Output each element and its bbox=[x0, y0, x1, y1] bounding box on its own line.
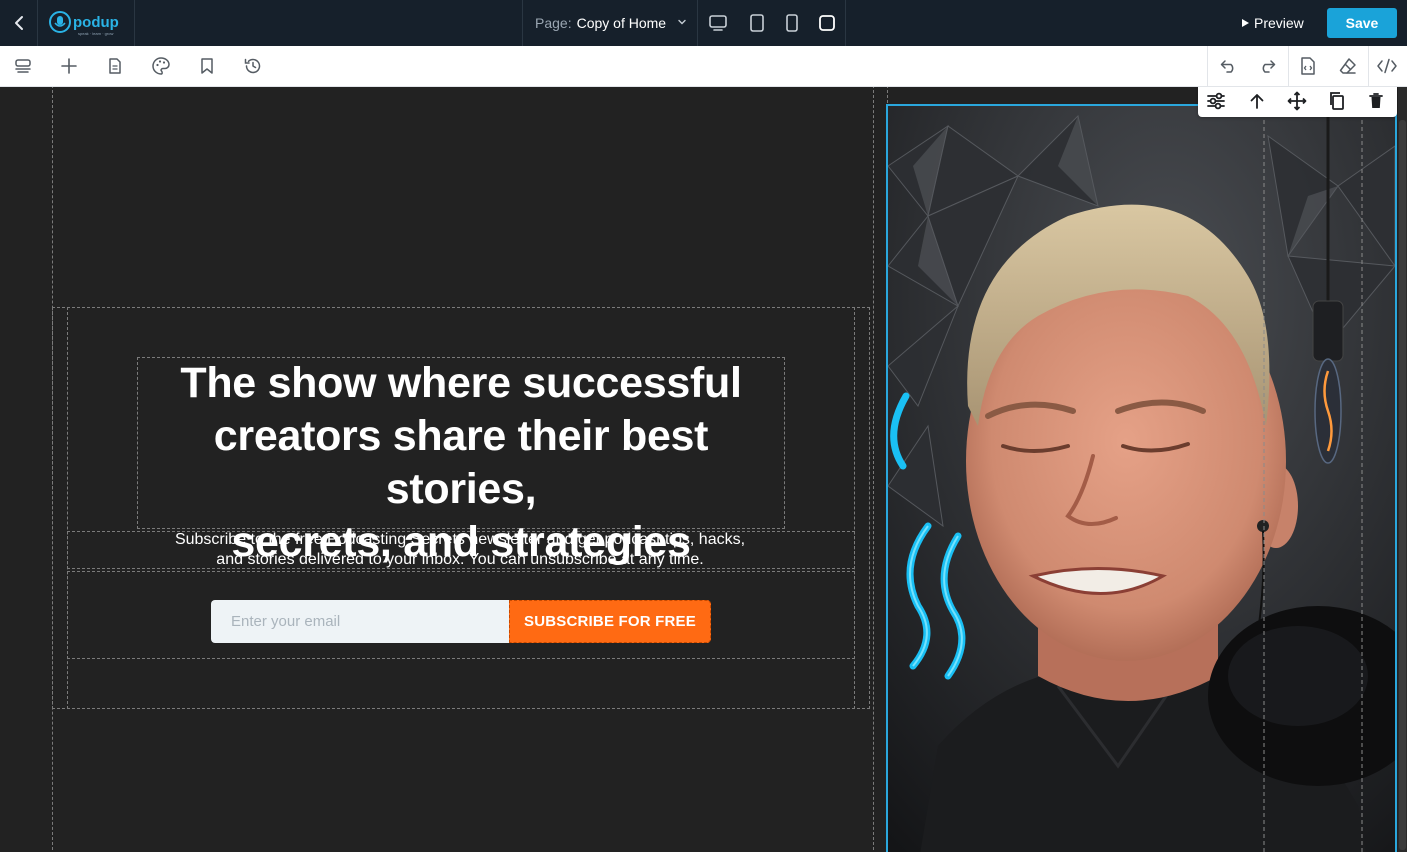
back-button[interactable] bbox=[0, 0, 38, 46]
podup-logo[interactable]: podup speak · learn · grow bbox=[39, 0, 135, 46]
logo-tagline: speak · learn · grow bbox=[78, 31, 113, 36]
tablet-view-button[interactable] bbox=[746, 12, 768, 34]
hero-subtext[interactable]: Subscribe to the free Podcasting Secrets… bbox=[160, 530, 760, 570]
toolbar-right-group bbox=[1207, 46, 1407, 87]
pages-button[interactable] bbox=[104, 55, 126, 77]
element-settings-button[interactable] bbox=[1204, 89, 1228, 113]
save-button[interactable]: Save bbox=[1327, 8, 1397, 38]
headline-line: creators share their best stories, bbox=[213, 412, 709, 513]
layers-button[interactable] bbox=[12, 55, 34, 77]
move-icon bbox=[1287, 91, 1307, 111]
square-icon bbox=[819, 15, 835, 31]
layers-icon bbox=[15, 59, 31, 73]
desktop-icon bbox=[709, 15, 727, 31]
chevron-left-icon bbox=[14, 16, 23, 30]
editor-toolbar bbox=[0, 46, 1407, 87]
fullscreen-view-button[interactable] bbox=[816, 12, 838, 34]
editor-canvas: The show where successful creators share… bbox=[0, 87, 1407, 852]
page-selector[interactable]: Page: Copy of Home bbox=[522, 0, 698, 46]
undo-button[interactable] bbox=[1218, 55, 1240, 77]
add-element-button[interactable] bbox=[58, 55, 80, 77]
podup-logo-mark: podup speak · learn · grow bbox=[48, 11, 119, 36]
preview-button[interactable]: Preview bbox=[1240, 11, 1304, 35]
subscribe-button[interactable]: SUBSCRIBE FOR FREE bbox=[509, 600, 711, 643]
arrow-up-icon bbox=[1250, 94, 1264, 109]
host-video[interactable] bbox=[886, 104, 1397, 852]
element-toolbar bbox=[1198, 87, 1397, 117]
host-photo bbox=[888, 106, 1395, 852]
mobile-view-button[interactable] bbox=[781, 12, 803, 34]
play-icon bbox=[1242, 19, 1249, 27]
code-icon bbox=[1377, 58, 1397, 74]
logo-text: podup bbox=[73, 14, 119, 31]
preview-label: Preview bbox=[1254, 15, 1304, 31]
bookmark-icon bbox=[201, 58, 213, 74]
redo-button[interactable] bbox=[1256, 55, 1278, 77]
chevron-down-icon bbox=[678, 19, 686, 25]
delete-element-button[interactable] bbox=[1364, 89, 1388, 113]
palette-icon bbox=[152, 57, 170, 75]
view-code-file-button[interactable] bbox=[1297, 55, 1319, 77]
subtext-line: Subscribe to the free Podcasting Secrets… bbox=[174, 531, 746, 548]
theme-button[interactable] bbox=[150, 55, 172, 77]
plus-icon bbox=[61, 58, 77, 74]
select-parent-button[interactable] bbox=[1245, 89, 1269, 113]
page-selector-value: Copy of Home bbox=[576, 15, 667, 31]
code-file-icon bbox=[1301, 57, 1315, 75]
history-button[interactable] bbox=[242, 55, 264, 77]
page-selector-label: Page: bbox=[535, 15, 572, 31]
email-input[interactable] bbox=[211, 600, 509, 643]
toolbar-divider bbox=[1368, 46, 1369, 87]
undo-icon bbox=[1220, 60, 1234, 73]
device-switcher bbox=[698, 0, 846, 46]
clear-button[interactable] bbox=[1337, 55, 1359, 77]
desktop-view-button[interactable] bbox=[707, 12, 729, 34]
history-icon bbox=[244, 58, 261, 74]
top-bar: podup speak · learn · grow Page: Copy of… bbox=[0, 0, 1407, 46]
move-element-button[interactable] bbox=[1285, 89, 1309, 113]
settings-sliders-icon bbox=[1207, 92, 1225, 110]
saved-blocks-button[interactable] bbox=[196, 55, 218, 77]
subtext-line: and stories delivered to your inbox. You… bbox=[216, 551, 704, 568]
duplicate-element-button[interactable] bbox=[1325, 89, 1349, 113]
trash-icon bbox=[1369, 93, 1383, 108]
headline-line: The show where successful bbox=[180, 359, 742, 407]
page-icon bbox=[109, 58, 121, 74]
redo-icon bbox=[1262, 60, 1276, 73]
mobile-icon bbox=[786, 14, 798, 32]
copy-icon bbox=[1330, 92, 1344, 110]
code-editor-button[interactable] bbox=[1376, 55, 1398, 77]
eraser-icon bbox=[1339, 58, 1356, 74]
toolbar-divider bbox=[1288, 46, 1289, 87]
tablet-icon bbox=[750, 14, 764, 32]
canvas-scrollbar-thumb[interactable] bbox=[1399, 120, 1406, 850]
